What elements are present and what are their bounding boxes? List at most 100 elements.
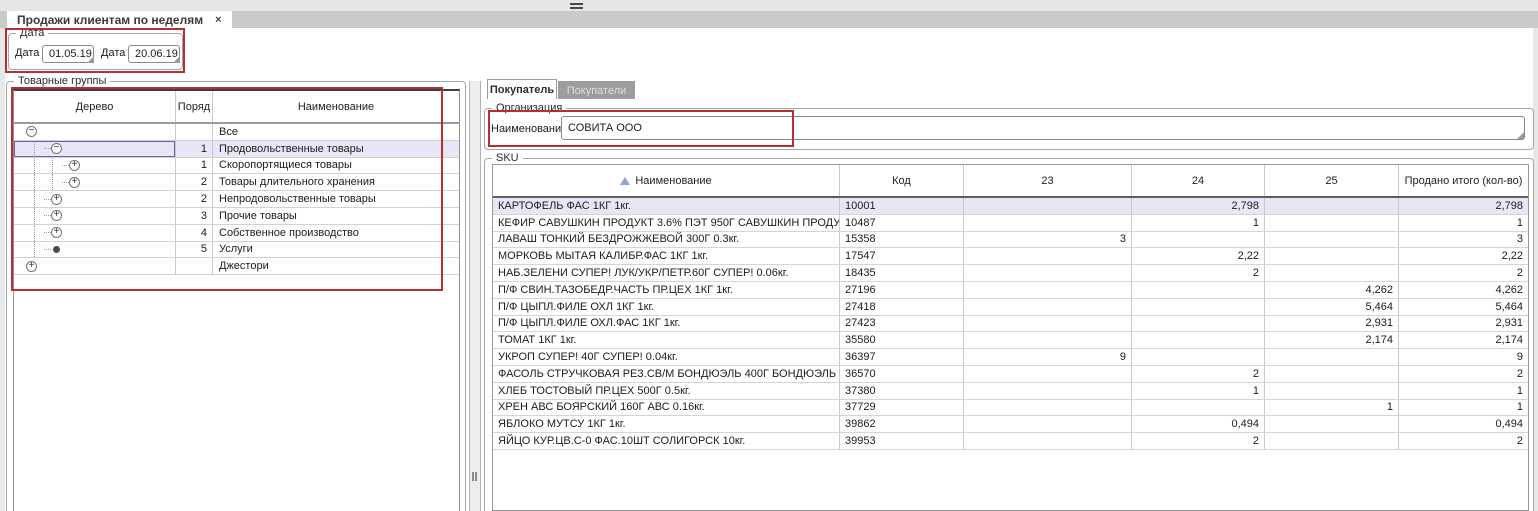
expand-icon[interactable]: + xyxy=(51,194,62,205)
table-row[interactable]: ЛАВАШ ТОНКИЙ БЕЗДРОЖЖЕВОЙ 300Г 0.3кг.153… xyxy=(493,232,1528,249)
tree-table-body: − Все−1Продовольственные товары+1Скоропор… xyxy=(14,124,459,275)
sku-table-body: КАРТОФЕЛЬ ФАС 1КГ 1кг.100012,7982,798КЕФ… xyxy=(493,198,1528,450)
close-icon[interactable]: × xyxy=(215,14,221,26)
sku-week24-cell: 1 xyxy=(1132,383,1265,399)
table-row[interactable]: П/Ф СВИН.ТАЗОБЕДР.ЧАСТЬ ПР.ЦЕХ 1КГ 1кг.2… xyxy=(493,282,1528,299)
sku-week25-cell xyxy=(1265,215,1399,231)
sku-code-column-header[interactable]: Код xyxy=(840,165,964,196)
tree-guide-line xyxy=(52,174,62,190)
sku-week23-column-header[interactable]: 23 xyxy=(964,165,1132,196)
table-row[interactable]: П/Ф ЦЫПЛ.ФИЛЕ ОХЛ.ФАС 1КГ 1кг.274232,931… xyxy=(493,316,1528,333)
table-row[interactable]: МОРКОВЬ МЫТАЯ КАЛИБР.ФАС 1КГ 1кг.175472,… xyxy=(493,248,1528,265)
tree-guide-line xyxy=(34,242,44,258)
window-top-strip xyxy=(0,0,1538,11)
collapse-icon[interactable]: − xyxy=(51,143,62,154)
table-row[interactable]: КАРТОФЕЛЬ ФАС 1КГ 1кг.100012,7982,798 xyxy=(493,198,1528,215)
table-row[interactable]: ХЛЕБ ТОСТОВЫЙ ПР.ЦЕХ 500Г 0.5кг.3738011 xyxy=(493,383,1528,400)
organization-groupbox: Организация Наименование xyxy=(484,108,1534,150)
sku-code-cell: 39862 xyxy=(840,416,964,432)
table-row[interactable]: ТОМАТ 1КГ 1кг.355802,1742,174 xyxy=(493,332,1528,349)
organization-name-input[interactable] xyxy=(561,116,1525,140)
sku-code-cell: 10001 xyxy=(840,198,964,214)
table-row[interactable]: УКРОП СУПЕР! 40Г СУПЕР! 0.04кг.3639799 xyxy=(493,349,1528,366)
sku-name-cell: НАБ.ЗЕЛЕНИ СУПЕР! ЛУК/УКР/ПЕТР.60Г СУПЕР… xyxy=(493,265,840,281)
table-row[interactable]: ФАСОЛЬ СТРУЧКОВАЯ РЕЗ.СВ/М БОНДЮЭЛЬ 400Г… xyxy=(493,366,1528,383)
tree-cell: + xyxy=(14,258,176,274)
sku-week24-cell xyxy=(1132,299,1265,315)
table-row[interactable]: ХРЕН АВС БОЯРСКИЙ 160Г АВС 0.16кг.377291… xyxy=(493,400,1528,417)
sku-total-cell: 0,494 xyxy=(1399,416,1528,432)
sku-total-cell: 9 xyxy=(1399,349,1528,365)
tree-cell: + xyxy=(14,208,176,224)
sku-total-cell: 2,931 xyxy=(1399,316,1528,332)
tab-buyers[interactable]: Покупатели xyxy=(558,81,635,99)
sku-week24-cell: 0,494 xyxy=(1132,416,1265,432)
organization-name-corner-icon xyxy=(1517,132,1524,139)
order-cell: 4 xyxy=(176,225,213,241)
sku-week23-cell xyxy=(964,299,1132,315)
sku-name-cell: ЯЙЦО КУР.ЦВ.С-0 ФАС.10ШТ СОЛИГОРСК 10кг. xyxy=(493,433,840,449)
date-from-corner-icon xyxy=(87,56,94,63)
tree-row[interactable]: 5Услуги xyxy=(14,242,459,259)
sku-code-cell: 27423 xyxy=(840,316,964,332)
sku-week23-cell xyxy=(964,198,1132,214)
name-cell: Собственное производство xyxy=(213,225,459,241)
tree-row[interactable]: +3Прочие товары xyxy=(14,208,459,225)
splitter-grip-icon xyxy=(472,472,477,481)
sku-week23-cell xyxy=(964,215,1132,231)
tree-row[interactable]: − Все xyxy=(14,124,459,141)
tree-row[interactable]: +1Скоропортящиеся товары xyxy=(14,158,459,175)
date-to-corner-icon xyxy=(173,56,180,63)
sku-week24-column-header[interactable]: 24 xyxy=(1132,165,1265,196)
panel-splitter[interactable] xyxy=(469,81,481,511)
tree-row[interactable]: +2Непродовольственные товары xyxy=(14,191,459,208)
tree-table-header: Дерево Поряд Наименование xyxy=(14,91,459,124)
table-row[interactable]: ЯЙЦО КУР.ЦВ.С-0 ФАС.10ШТ СОЛИГОРСК 10кг.… xyxy=(493,433,1528,450)
date-groupbox: Дата Дата Дата xyxy=(8,33,183,70)
sku-week25-cell: 2,174 xyxy=(1265,332,1399,348)
name-column-header[interactable]: Наименование xyxy=(213,91,459,122)
table-row[interactable]: ЯБЛОКО МУТСУ 1КГ 1кг.39862 0,494 0,494 xyxy=(493,416,1528,433)
sku-name-column-header[interactable]: Наименование xyxy=(493,165,840,196)
table-row[interactable]: КЕФИР САВУШКИН ПРОДУКТ 3.6% ПЭТ 950Г САВ… xyxy=(493,215,1528,232)
document-tab[interactable]: Продажи клиентам по неделям × xyxy=(7,11,232,28)
panel-grip-icon[interactable] xyxy=(570,3,583,9)
expand-icon[interactable]: + xyxy=(51,227,62,238)
name-cell: Все xyxy=(213,124,459,140)
tree-column-header[interactable]: Дерево xyxy=(14,91,176,122)
sku-week25-column-header[interactable]: 25 xyxy=(1265,165,1399,196)
sku-name-cell: П/Ф ЦЫПЛ.ФИЛЕ ОХЛ 1КГ 1кг. xyxy=(493,299,840,315)
tree-row[interactable]: +Джестори xyxy=(14,258,459,275)
sku-week23-cell xyxy=(964,400,1132,416)
name-cell: Скоропортящиеся товары xyxy=(213,158,459,174)
sku-name-cell: ЯБЛОКО МУТСУ 1КГ 1кг. xyxy=(493,416,840,432)
tree-guide-line xyxy=(52,158,62,174)
tree-cell: − xyxy=(14,141,176,157)
sku-group-label: SKU xyxy=(492,152,523,164)
expand-icon[interactable]: + xyxy=(69,177,80,188)
table-row[interactable]: НАБ.ЗЕЛЕНИ СУПЕР! ЛУК/УКР/ПЕТР.60Г СУПЕР… xyxy=(493,265,1528,282)
leaf-node-icon[interactable] xyxy=(53,246,60,253)
table-row[interactable]: П/Ф ЦЫПЛ.ФИЛЕ ОХЛ 1КГ 1кг.274185,4645,46… xyxy=(493,299,1528,316)
sku-week25-cell xyxy=(1265,265,1399,281)
sku-week24-cell: 2,22 xyxy=(1132,248,1265,264)
collapse-icon[interactable]: − xyxy=(26,126,37,137)
tab-buyer[interactable]: Покупатель xyxy=(487,79,557,99)
expand-icon[interactable]: + xyxy=(69,160,80,171)
tree-row[interactable]: +4Собственное производство xyxy=(14,225,459,242)
expand-icon[interactable]: + xyxy=(51,210,62,221)
sku-name-cell: КЕФИР САВУШКИН ПРОДУКТ 3.6% ПЭТ 950Г САВ… xyxy=(493,215,840,231)
sku-code-cell: 27196 xyxy=(840,282,964,298)
sku-total-column-header[interactable]: Продано итого (кол-во) xyxy=(1399,165,1528,196)
sku-total-cell: 3 xyxy=(1399,232,1528,248)
tree-connector-line xyxy=(44,249,51,250)
tree-row[interactable]: −1Продовольственные товары xyxy=(14,141,459,158)
form-content: Дата Дата Дата Товарные группы Дерево По… xyxy=(5,28,1533,511)
sku-name-cell: ЛАВАШ ТОНКИЙ БЕЗДРОЖЖЕВОЙ 300Г 0.3кг. xyxy=(493,232,840,248)
order-column-header[interactable]: Поряд xyxy=(176,91,213,122)
sku-week24-cell xyxy=(1132,282,1265,298)
sku-code-cell: 17547 xyxy=(840,248,964,264)
tree-row[interactable]: +2Товары длительного хранения xyxy=(14,174,459,191)
expand-icon[interactable]: + xyxy=(26,261,37,272)
sku-name-cell: ТОМАТ 1КГ 1кг. xyxy=(493,332,840,348)
